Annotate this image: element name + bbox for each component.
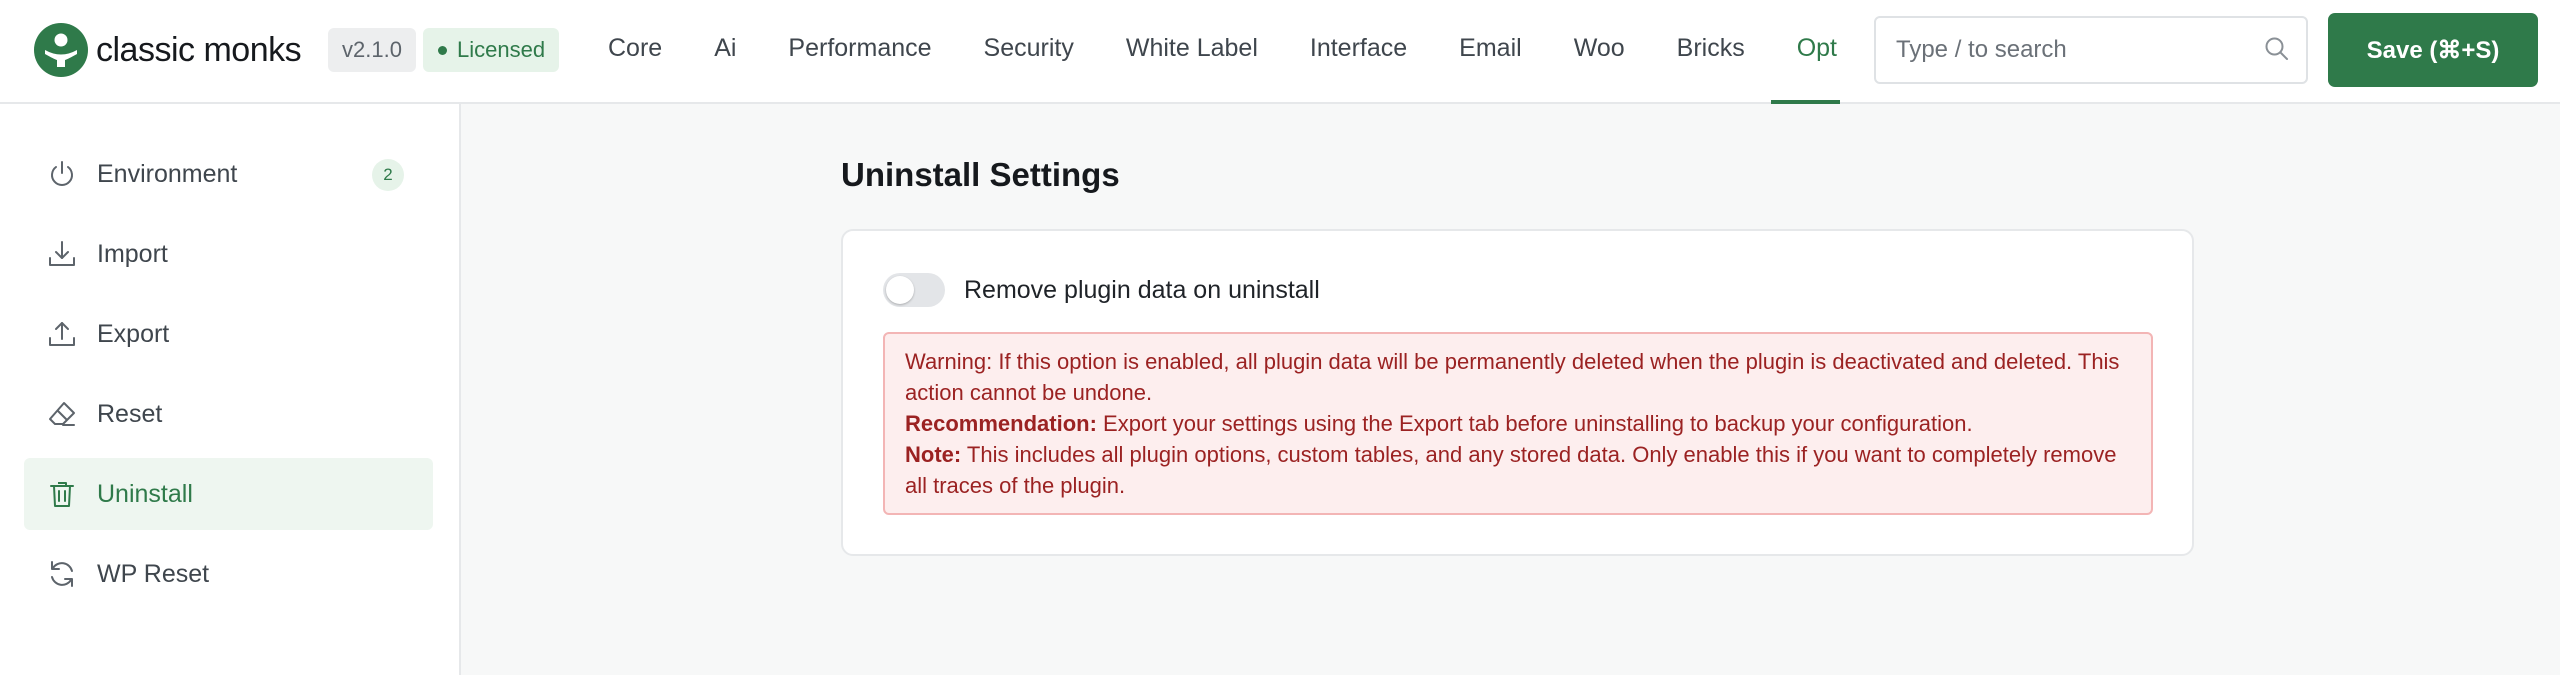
tab-label: Interface <box>1309 34 1408 62</box>
sidebar-item-reset[interactable]: Reset <box>24 378 433 450</box>
sidebar-item-environment[interactable]: Environment 2 <box>24 138 433 210</box>
sidebar-item-import[interactable]: Import <box>24 218 433 290</box>
tab-email[interactable]: Email <box>1433 0 1548 104</box>
tab-interface[interactable]: Interface <box>1284 0 1433 104</box>
tab-label: Email <box>1459 34 1522 62</box>
search-input[interactable] <box>1874 16 2308 84</box>
license-badge: Licensed <box>423 28 560 72</box>
note-label: Note: <box>905 442 962 467</box>
main-nav: Core Ai Performance Security White Label… <box>582 0 1840 104</box>
sidebar-item-label: WP Reset <box>97 560 210 588</box>
sidebar: Environment 2 Import Export Reset Uninst… <box>0 104 461 675</box>
uninstall-settings-card: Remove plugin data on uninstall Warning:… <box>841 229 2194 556</box>
toggle-knob <box>886 276 914 304</box>
sidebar-item-label: Environment <box>97 160 238 188</box>
tab-core[interactable]: Core <box>582 0 688 104</box>
trash-icon <box>50 482 74 507</box>
sidebar-item-label: Reset <box>97 400 163 428</box>
warning-text: Warning: If this option is enabled, all … <box>905 349 2120 405</box>
download-icon <box>49 241 75 266</box>
monk-logo-icon <box>34 23 88 77</box>
license-label: Licensed <box>457 37 546 62</box>
tab-bricks[interactable]: Bricks <box>1651 0 1771 104</box>
sidebar-item-label: Uninstall <box>97 480 193 508</box>
top-header: classic monks v2.1.0 Licensed Core Ai Pe… <box>0 0 2560 104</box>
tab-label: Security <box>983 34 1074 62</box>
count-badge: 2 <box>372 159 404 191</box>
toggle-label: Remove plugin data on uninstall <box>964 276 1320 304</box>
tab-performance[interactable]: Performance <box>762 0 957 104</box>
tab-label: Woo <box>1573 34 1625 62</box>
license-status-dot-icon <box>438 46 447 55</box>
version-badge: v2.1.0 <box>328 28 416 72</box>
remove-data-toggle[interactable] <box>883 273 945 307</box>
upload-icon <box>49 322 75 346</box>
search-icon[interactable] <box>2262 34 2292 64</box>
eraser-icon <box>49 402 75 426</box>
tab-label: Performance <box>788 34 932 62</box>
tab-label: Core <box>608 34 663 62</box>
sidebar-item-wp-reset[interactable]: WP Reset <box>24 538 433 610</box>
sidebar-item-uninstall[interactable]: Uninstall <box>24 458 433 530</box>
note-line: Note: This includes all plugin options, … <box>905 439 2131 501</box>
tab-white-label[interactable]: White Label <box>1100 0 1284 104</box>
note-text: This includes all plugin options, custom… <box>905 442 2117 498</box>
sidebar-item-export[interactable]: Export <box>24 298 433 370</box>
power-icon <box>51 161 73 186</box>
recommendation-text: Export your settings using the Export ta… <box>1096 411 1973 436</box>
tab-woo[interactable]: Woo <box>1548 0 1651 104</box>
sidebar-item-label: Export <box>97 320 170 348</box>
page-title: Uninstall Settings <box>841 156 1120 193</box>
tab-label: White Label <box>1125 34 1258 62</box>
brand-name: classic monks <box>96 31 302 69</box>
tab-ai[interactable]: Ai <box>688 0 762 104</box>
tab-security[interactable]: Security <box>958 0 1100 104</box>
tab-label: Ai <box>714 34 737 62</box>
recommendation-label: Recommendation: <box>905 411 1097 436</box>
tab-label: Opt <box>1796 34 1837 62</box>
warning-box: Warning: If this option is enabled, all … <box>883 332 2153 515</box>
tab-label: Bricks <box>1676 34 1745 62</box>
recommendation-line: Recommendation: Export your settings usi… <box>905 408 2131 439</box>
save-button[interactable]: Save (⌘+S) <box>2328 13 2538 87</box>
sidebar-item-label: Import <box>97 240 168 268</box>
tab-options[interactable]: Opt <box>1770 0 1840 104</box>
refresh-icon <box>51 561 73 587</box>
